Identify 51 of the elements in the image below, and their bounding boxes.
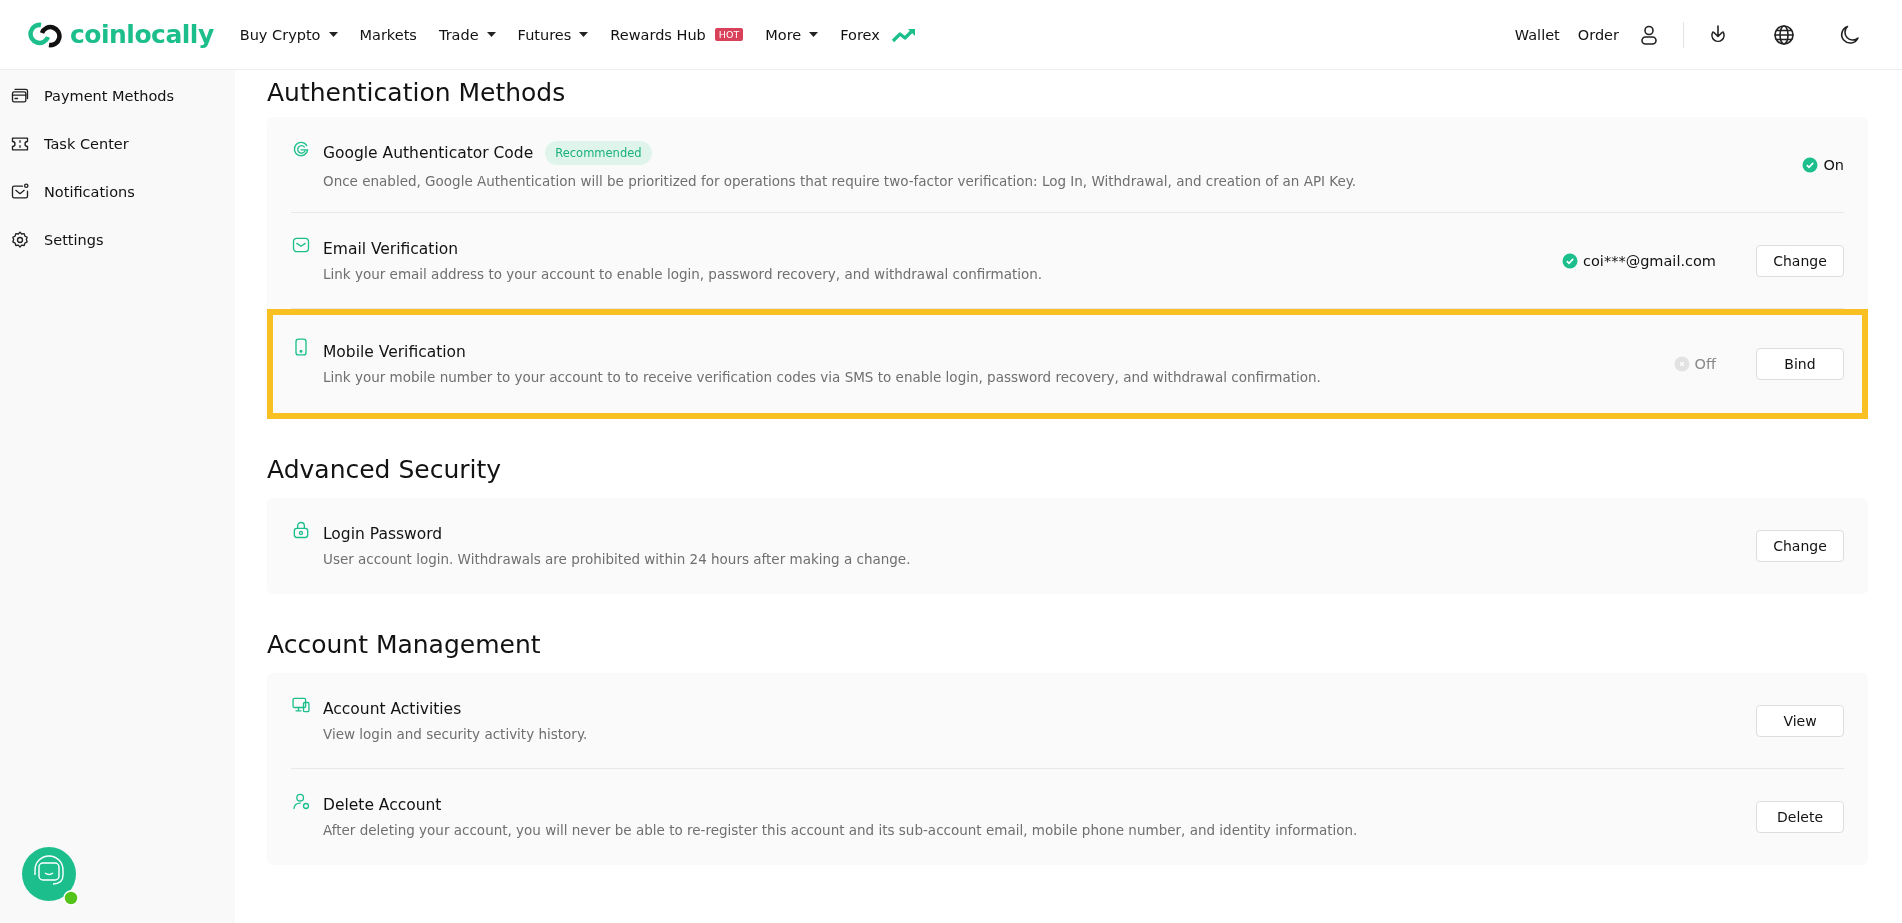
action-button[interactable]: Change [1756,244,1844,277]
caret-icon [328,31,338,38]
envelope-icon [291,235,311,255]
sidebar-item[interactable]: Payment Methods [0,72,235,120]
nav-item[interactable]: Forex [840,26,917,43]
sidebar-item[interactable]: Task Center [0,120,235,168]
status-text: coi***@gmail.com [1583,252,1716,269]
row-title: Account Activities [323,699,462,718]
action-button[interactable]: View [1756,704,1844,737]
row-title: Mobile Verification [323,343,466,361]
header-link[interactable]: Order [1577,26,1619,43]
nav-item[interactable]: Buy Crypto [239,26,338,43]
nav-item[interactable]: Futures [517,26,589,43]
action-button[interactable]: Bind [1756,348,1844,380]
nav-item[interactable]: More [765,26,819,43]
recommended-badge: Recommended [545,140,652,165]
section-title: Advanced Security [267,454,503,486]
globe-icon [1772,22,1796,47]
nav-item[interactable]: Rewards Hub HOT [610,26,744,43]
row-title: Login Password [323,525,443,543]
caret-icon [579,31,589,38]
caret-icon [809,31,819,38]
sidebar-item[interactable]: Settings [0,216,235,264]
action-button[interactable]: Change [1756,530,1844,562]
sidebar-item[interactable]: Notifications [0,168,235,216]
section-title: Authentication Methods [267,77,567,109]
status-text: On [1823,156,1844,173]
row-title: Email Verification [323,239,459,258]
settings-icon [10,230,30,250]
message-icon [10,182,30,202]
action-button[interactable]: Delete [1756,801,1844,833]
header-link[interactable]: Wallet [1514,26,1560,43]
user-icon [291,791,311,811]
trend-up-icon [890,26,917,43]
row-description: View login and security activity history. [323,725,589,742]
g-letter-icon [291,139,311,159]
row-description: User account login. Withdrawals are prohibited within 24 hours after making a change. [323,551,912,567]
row-description: Link your mobile number to your account to to receive verification codes via SMS to enable login, password recovery, and withdrawal confirmation. [323,369,1322,385]
status-text: Off [1694,356,1716,372]
caret-icon [486,31,496,38]
row-title: Delete Account [323,796,442,814]
row-description: After deleting your account, you will never be able to re-register this account and its sub-account email, mobile phone number, and identity information. [323,822,1359,838]
row-description: Link your email address to your account to enable login, password recovery, and withdrawal confirmation. [323,265,1044,282]
nav-item[interactable]: Markets [359,26,417,43]
row-description: Once enabled, Google Authentication will be prioritized for operations that require two-factor verification: Log In, Withdrawal, and creation of an API Key. [323,172,1358,189]
row-title: Google Authenticator Code [323,143,534,162]
nav-item[interactable]: Trade [438,26,496,43]
card-icon [10,86,30,106]
lock-icon [291,520,311,540]
section-title: Account Management [267,629,542,661]
devices-icon [291,695,311,715]
